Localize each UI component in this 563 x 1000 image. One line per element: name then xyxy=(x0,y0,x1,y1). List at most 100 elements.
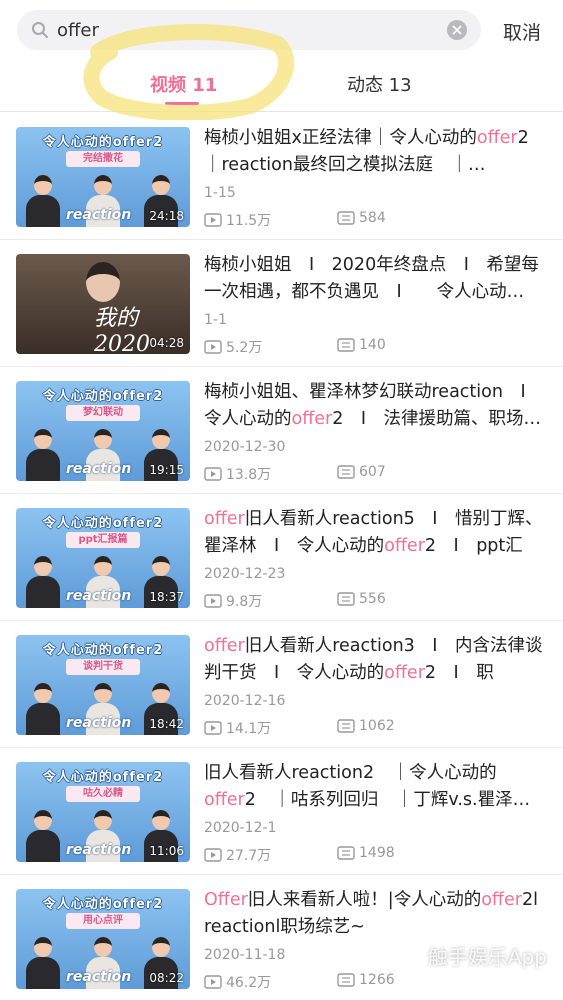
thumbnail-subtitle: ppt汇报篇 xyxy=(66,532,140,548)
play-count: 5.2万 xyxy=(204,337,262,357)
thumbnail-subtitle: 完结撒花 xyxy=(66,151,140,167)
person-figure xyxy=(26,810,60,862)
video-title[interactable]: 梅桢小姐姐 I 2020年终盘点 I 希望每一次相遇，都不负遇见 I 令人心动… xyxy=(204,252,544,306)
title-segment: offer xyxy=(384,663,425,683)
thumbnail-subtitle: 咕久必精 xyxy=(66,786,140,802)
thumbnail-subtitle: 谈判干货 xyxy=(66,659,140,675)
video-title[interactable]: offer旧人看新人reaction3 I 内含法律谈判干货 I 令人心动的of… xyxy=(204,633,544,687)
play-count-icon xyxy=(204,721,222,735)
person-figure xyxy=(26,556,60,608)
video-date: 1-15 xyxy=(204,185,236,201)
thumbnail-tag: reaction xyxy=(66,207,132,223)
video-thumbnail[interactable]: 令人心动的offer2 用心点评 reaction 08:22 xyxy=(16,889,190,989)
tab-videos[interactable]: 视频 11 xyxy=(150,71,217,97)
video-duration: 18:42 xyxy=(149,717,184,731)
video-date: 2020-12-16 xyxy=(204,693,286,709)
comment-count: 1498 xyxy=(337,845,395,861)
video-list-item[interactable]: 令人心动的offer2 ppt汇报篇 reaction 18:37 offer旧人看新人… xyxy=(0,494,563,621)
comment-count: 584 xyxy=(337,210,386,226)
comment-count-icon xyxy=(337,846,355,860)
play-count-icon xyxy=(204,213,222,227)
video-title[interactable]: 梅桢小姐姐x正经法律｜令人心动的offer2｜reaction最终回之模拟法庭 … xyxy=(204,125,544,179)
comment-count-value: 1266 xyxy=(359,972,395,988)
video-date: 1-1 xyxy=(204,312,227,328)
cancel-button[interactable]: 取消 xyxy=(503,18,541,45)
active-tab-indicator xyxy=(165,102,199,105)
play-count: 46.2万 xyxy=(204,972,271,992)
video-list-item[interactable]: 令人心动的offer2 咕久必精 reaction 11:06 旧人看新人reactio… xyxy=(0,748,563,875)
video-list-item[interactable]: 令人心动的offer2 谈判干货 reaction 18:42 offer旧人看新人re… xyxy=(0,621,563,748)
play-count-icon xyxy=(204,848,222,862)
video-title[interactable]: offer旧人看新人reaction5 I 惜别丁辉、瞿泽林 I 令人心动的of… xyxy=(204,506,544,560)
thumbnail-tag: reaction xyxy=(66,842,132,858)
play-count-value: 27.7万 xyxy=(226,848,272,864)
search-icon xyxy=(31,21,49,39)
thumbnail-subtitle: 梦幻联动 xyxy=(66,405,140,421)
comment-count-icon xyxy=(337,719,355,733)
comment-count: 556 xyxy=(337,591,386,607)
title-segment: 旧人看新人reaction2 ｜令人心动的 xyxy=(204,763,497,783)
play-count-value: 13.8万 xyxy=(226,467,272,483)
video-date: 2020-11-18 xyxy=(204,947,286,963)
person-figure xyxy=(26,175,60,227)
title-segment: 2 ｜咕系列回归 ｜丁辉v.s.瞿泽… xyxy=(244,790,531,810)
result-tabs: 视频 11 动态 13 xyxy=(0,60,563,112)
play-count: 14.1万 xyxy=(204,718,271,738)
clear-icon[interactable] xyxy=(447,20,467,40)
video-title[interactable]: Offer旧人来看新人啦！|令人心动的offer2l reactionl职场综艺… xyxy=(204,887,544,941)
video-thumbnail[interactable]: 令人心动的offer2 完结撒花 reaction 24:18 xyxy=(16,127,190,227)
video-duration: 11:06 xyxy=(149,844,184,858)
video-title[interactable]: 梅桢小姐姐、瞿泽林梦幻联动reaction I 令人心动的offer2 I 法律… xyxy=(204,379,544,433)
comment-count: 607 xyxy=(337,464,386,480)
comment-count-value: 1062 xyxy=(359,718,395,734)
video-duration: 18:37 xyxy=(149,590,184,604)
play-count-icon xyxy=(204,594,222,608)
video-list-item[interactable]: 令人心动的offer2 完结撒花 reaction 24:18 梅桢小姐姐x正经法律｜令… xyxy=(0,113,563,240)
video-list-item[interactable]: 令人心动的offer2 用心点评 reaction 08:22 Offer旧人来看新人啦… xyxy=(0,875,563,1000)
video-thumbnail[interactable]: 我的2020 04:28 xyxy=(16,254,190,354)
thumbnail-tag: reaction xyxy=(66,715,132,731)
thumbnail-title: 令人心动的offer2 xyxy=(42,897,164,912)
play-count-icon xyxy=(204,975,222,989)
search-input[interactable] xyxy=(57,10,437,50)
comment-count-value: 1498 xyxy=(359,845,395,861)
person-figure xyxy=(26,429,60,481)
video-thumbnail[interactable]: 令人心动的offer2 ppt汇报篇 reaction 18:37 xyxy=(16,508,190,608)
video-duration: 24:18 xyxy=(149,209,184,223)
person-figure xyxy=(26,683,60,735)
play-count-value: 11.5万 xyxy=(226,213,272,229)
comment-count-icon xyxy=(337,465,355,479)
title-segment: 2 I 法律援助篇、职场… xyxy=(332,409,542,429)
play-count: 13.8万 xyxy=(204,464,271,484)
tab-dynamics[interactable]: 动态 13 xyxy=(347,71,412,97)
thumbnail-tag: reaction xyxy=(66,588,132,604)
comment-count: 1266 xyxy=(337,972,395,988)
comment-count-icon xyxy=(337,592,355,606)
thumbnail-tag: reaction xyxy=(66,461,132,477)
play-count: 9.8万 xyxy=(204,591,262,611)
play-count-value: 14.1万 xyxy=(226,721,272,737)
title-segment: Offer xyxy=(204,890,248,910)
video-title[interactable]: 旧人看新人reaction2 ｜令人心动的 offer2 ｜咕系列回归 ｜丁辉v.… xyxy=(204,760,544,814)
video-thumbnail[interactable]: 令人心动的offer2 梦幻联动 reaction 19:15 xyxy=(16,381,190,481)
thumbnail-title: 令人心动的offer2 xyxy=(42,389,164,404)
comment-count: 140 xyxy=(337,337,386,353)
video-thumbnail[interactable]: 令人心动的offer2 咕久必精 reaction 11:06 xyxy=(16,762,190,862)
play-count: 11.5万 xyxy=(204,210,271,230)
thumbnail-title: 令人心动的offer2 xyxy=(42,516,164,531)
person-figure xyxy=(26,937,60,989)
play-count-value: 46.2万 xyxy=(226,975,272,991)
comment-count: 1062 xyxy=(337,718,395,734)
title-segment: offer xyxy=(476,128,518,148)
video-list-item[interactable]: 我的2020 04:28 梅桢小姐姐 I 2020年终盘点 I 希望每一次相遇，都不… xyxy=(0,240,563,367)
comment-count-icon xyxy=(337,211,355,225)
video-thumbnail[interactable]: 令人心动的offer2 谈判干货 reaction 18:42 xyxy=(16,635,190,735)
video-date: 2020-12-30 xyxy=(204,439,286,455)
thumbnail-title: 令人心动的offer2 xyxy=(42,770,164,785)
thumbnail-title: 令人心动的offer2 xyxy=(42,643,164,658)
title-segment: 旧人来看新人啦！|令人心动的 xyxy=(247,890,482,910)
comment-count-value: 607 xyxy=(359,464,386,480)
search-bar[interactable] xyxy=(17,10,481,50)
video-list-item[interactable]: 令人心动的offer2 梦幻联动 reaction 19:15 梅桢小姐姐、瞿泽林梦幻联… xyxy=(0,367,563,494)
video-duration: 04:28 xyxy=(149,336,184,350)
